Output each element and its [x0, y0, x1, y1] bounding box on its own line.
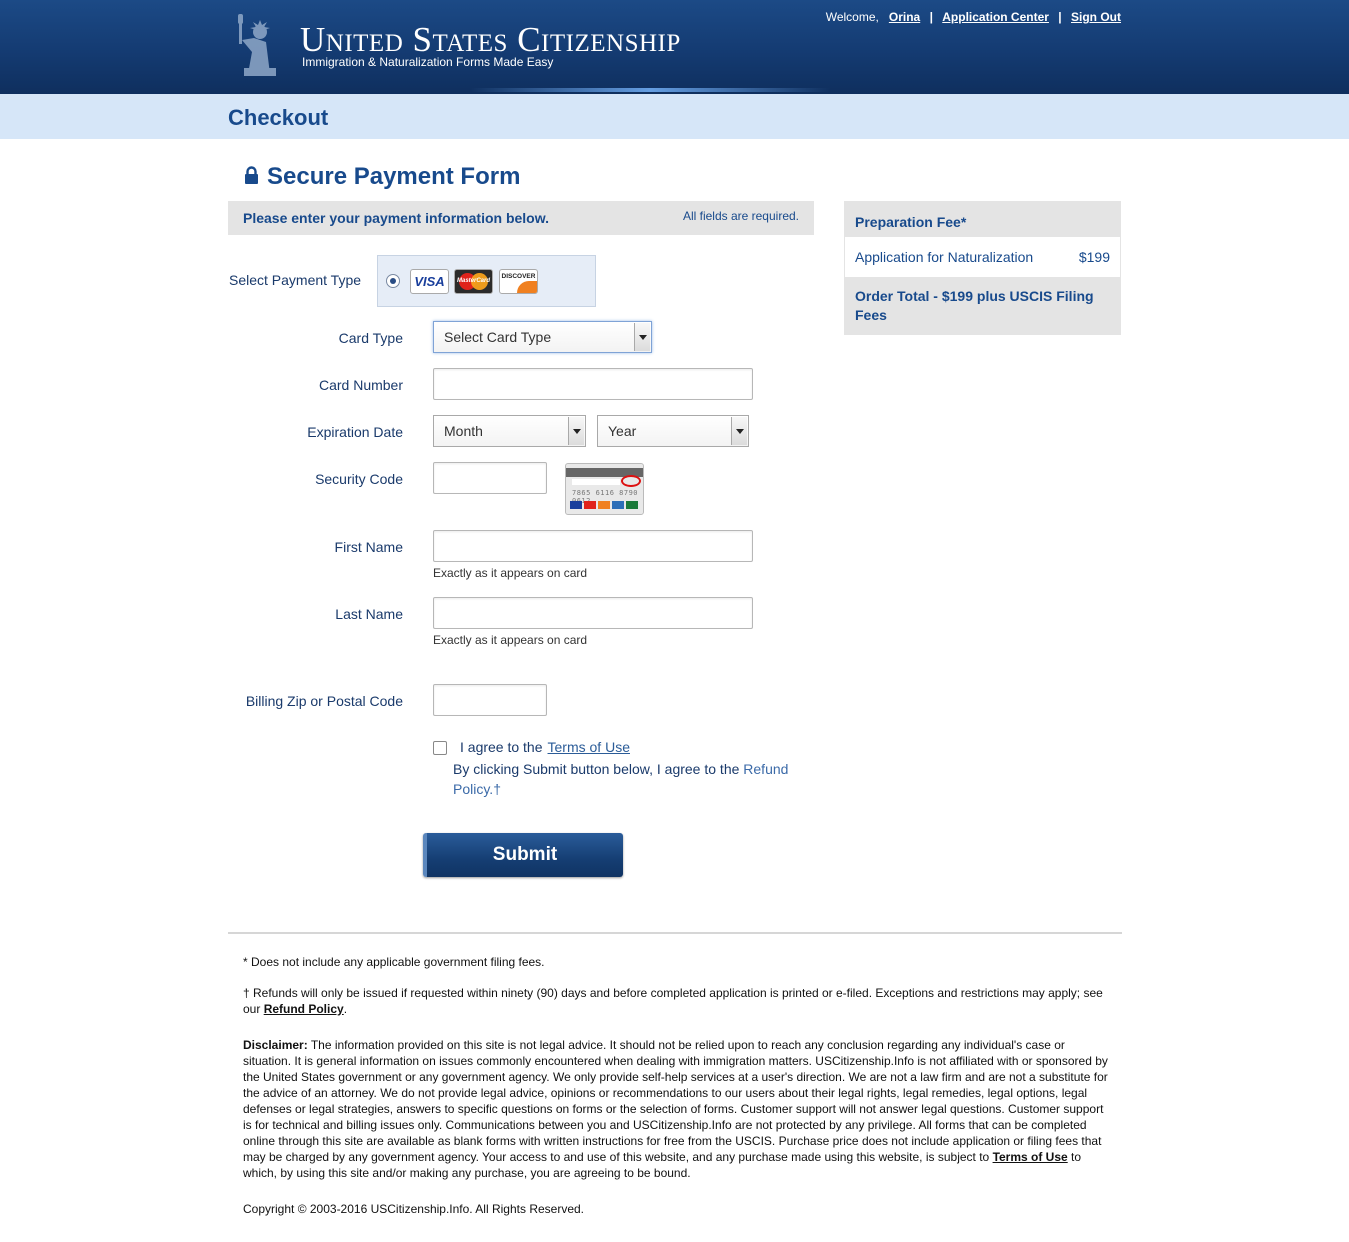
statue-of-liberty-icon — [238, 14, 276, 76]
fee-row: Application for Naturalization $199 — [845, 237, 1120, 277]
footer-refund-policy-link[interactable]: Refund Policy — [264, 1002, 344, 1016]
site-header: United States Citizenship Immigration & … — [0, 0, 1349, 94]
terms-checkbox[interactable] — [433, 741, 447, 755]
user-name-link[interactable]: Orina — [889, 10, 920, 24]
submit-button[interactable]: Submit — [423, 833, 623, 877]
visa-card-icon: VISA — [410, 269, 449, 294]
month-value: Month — [444, 423, 483, 439]
security-code-input[interactable] — [433, 462, 547, 494]
first-name-label: First Name — [334, 539, 403, 555]
site-logo-tagline: Immigration & Naturalization Forms Made … — [302, 55, 554, 69]
chevron-down-icon — [731, 417, 747, 445]
user-nav: Welcome, Orina | Application Center | Si… — [826, 10, 1121, 24]
nav-separator: | — [929, 10, 933, 24]
checkout-bar: Checkout — [0, 94, 1349, 139]
secure-form-title: Secure Payment Form — [244, 163, 520, 191]
expiration-month-select[interactable]: Month — [433, 415, 586, 447]
fee-item-price: $199 — [1078, 249, 1110, 265]
last-name-label: Last Name — [335, 606, 403, 622]
disclaimer-text: The information provided on this site is… — [243, 1038, 1108, 1164]
billing-zip-label: Billing Zip or Postal Code — [245, 693, 403, 709]
payment-type-box: VISA MasterCard DISCOVER — [377, 255, 596, 307]
last-name-hint: Exactly as it appears on card — [433, 633, 588, 647]
expiration-date-label: Expiration Date — [307, 424, 403, 440]
card-type-value: Select Card Type — [444, 329, 552, 345]
mastercard-text: MasterCard — [456, 278, 490, 284]
payment-type-label: Select Payment Type — [229, 272, 362, 288]
agree-text: I agree to the — [460, 739, 543, 755]
discover-card-icon: DISCOVER — [499, 269, 538, 294]
terms-of-use-link[interactable]: Terms of Use — [548, 739, 630, 755]
first-name-hint: Exactly as it appears on card — [433, 566, 588, 580]
info-bar: Please enter your payment information be… — [228, 201, 814, 235]
refund-note-end: . — [343, 1002, 348, 1016]
agree-terms-text: I agree to the Terms of Use — [460, 739, 630, 755]
footer-note-fees: * Does not include any applicable govern… — [243, 955, 545, 969]
card-number-label: Card Number — [318, 377, 403, 393]
header-glow — [470, 88, 830, 92]
footer-copyright: Copyright © 2003-2016 USCitizenship.Info… — [243, 1202, 585, 1216]
footer-divider — [228, 932, 1122, 934]
cvv-card-back-image: 7865 6116 8790 0612 — [565, 463, 644, 515]
visa-text: VISA — [414, 274, 445, 289]
welcome-text: Welcome, — [825, 10, 879, 24]
billing-zip-input[interactable] — [433, 684, 547, 716]
info-text: Please enter your payment information be… — [243, 210, 549, 226]
application-center-link[interactable]: Application Center — [942, 10, 1049, 24]
mastercard-icon: MasterCard — [454, 269, 493, 294]
disclaimer-label: Disclaimer: — [243, 1038, 308, 1052]
year-value: Year — [608, 423, 637, 439]
expiration-year-select[interactable]: Year — [597, 415, 749, 447]
cvv-highlight-circle — [621, 475, 641, 487]
first-name-input[interactable] — [433, 530, 753, 562]
sign-out-link[interactable]: Sign Out — [1071, 10, 1121, 24]
security-code-label: Security Code — [315, 471, 403, 487]
refund-text: By clicking Submit button below, I agree… — [453, 761, 740, 777]
footer-note-refunds: † Refunds will only be issued if request… — [243, 985, 1113, 1017]
page-title: Checkout — [228, 105, 329, 130]
fee-header: Preparation Fee* — [855, 214, 967, 230]
card-type-label: Card Type — [338, 330, 403, 346]
fee-summary: Preparation Fee* Application for Natural… — [844, 201, 1121, 335]
last-name-input[interactable] — [433, 597, 753, 629]
chevron-down-icon — [634, 323, 650, 351]
chevron-down-icon — [568, 417, 584, 445]
site-logo-title[interactable]: United States Citizenship — [300, 20, 681, 60]
footer-terms-of-use-link[interactable]: Terms of Use — [993, 1150, 1068, 1164]
payment-type-radio[interactable] — [386, 274, 400, 288]
footer-disclaimer: Disclaimer: The information provided on … — [243, 1037, 1113, 1181]
nav-separator: | — [1058, 10, 1062, 24]
secure-form-title-text: Secure Payment Form — [267, 163, 521, 190]
card-type-select[interactable]: Select Card Type — [433, 321, 652, 353]
refund-agreement-text: By clicking Submit button below, I agree… — [453, 759, 803, 799]
fee-item-name: Application for Naturalization — [855, 249, 1034, 265]
lock-icon — [245, 166, 258, 184]
discover-text: DISCOVER — [501, 273, 536, 280]
card-number-input[interactable] — [433, 368, 753, 400]
order-total: Order Total - $199 plus USCIS Filing Fee… — [855, 288, 1094, 323]
required-note: All fields are required. — [682, 209, 799, 223]
refund-note-text: † Refunds will only be issued if request… — [243, 986, 1103, 1016]
